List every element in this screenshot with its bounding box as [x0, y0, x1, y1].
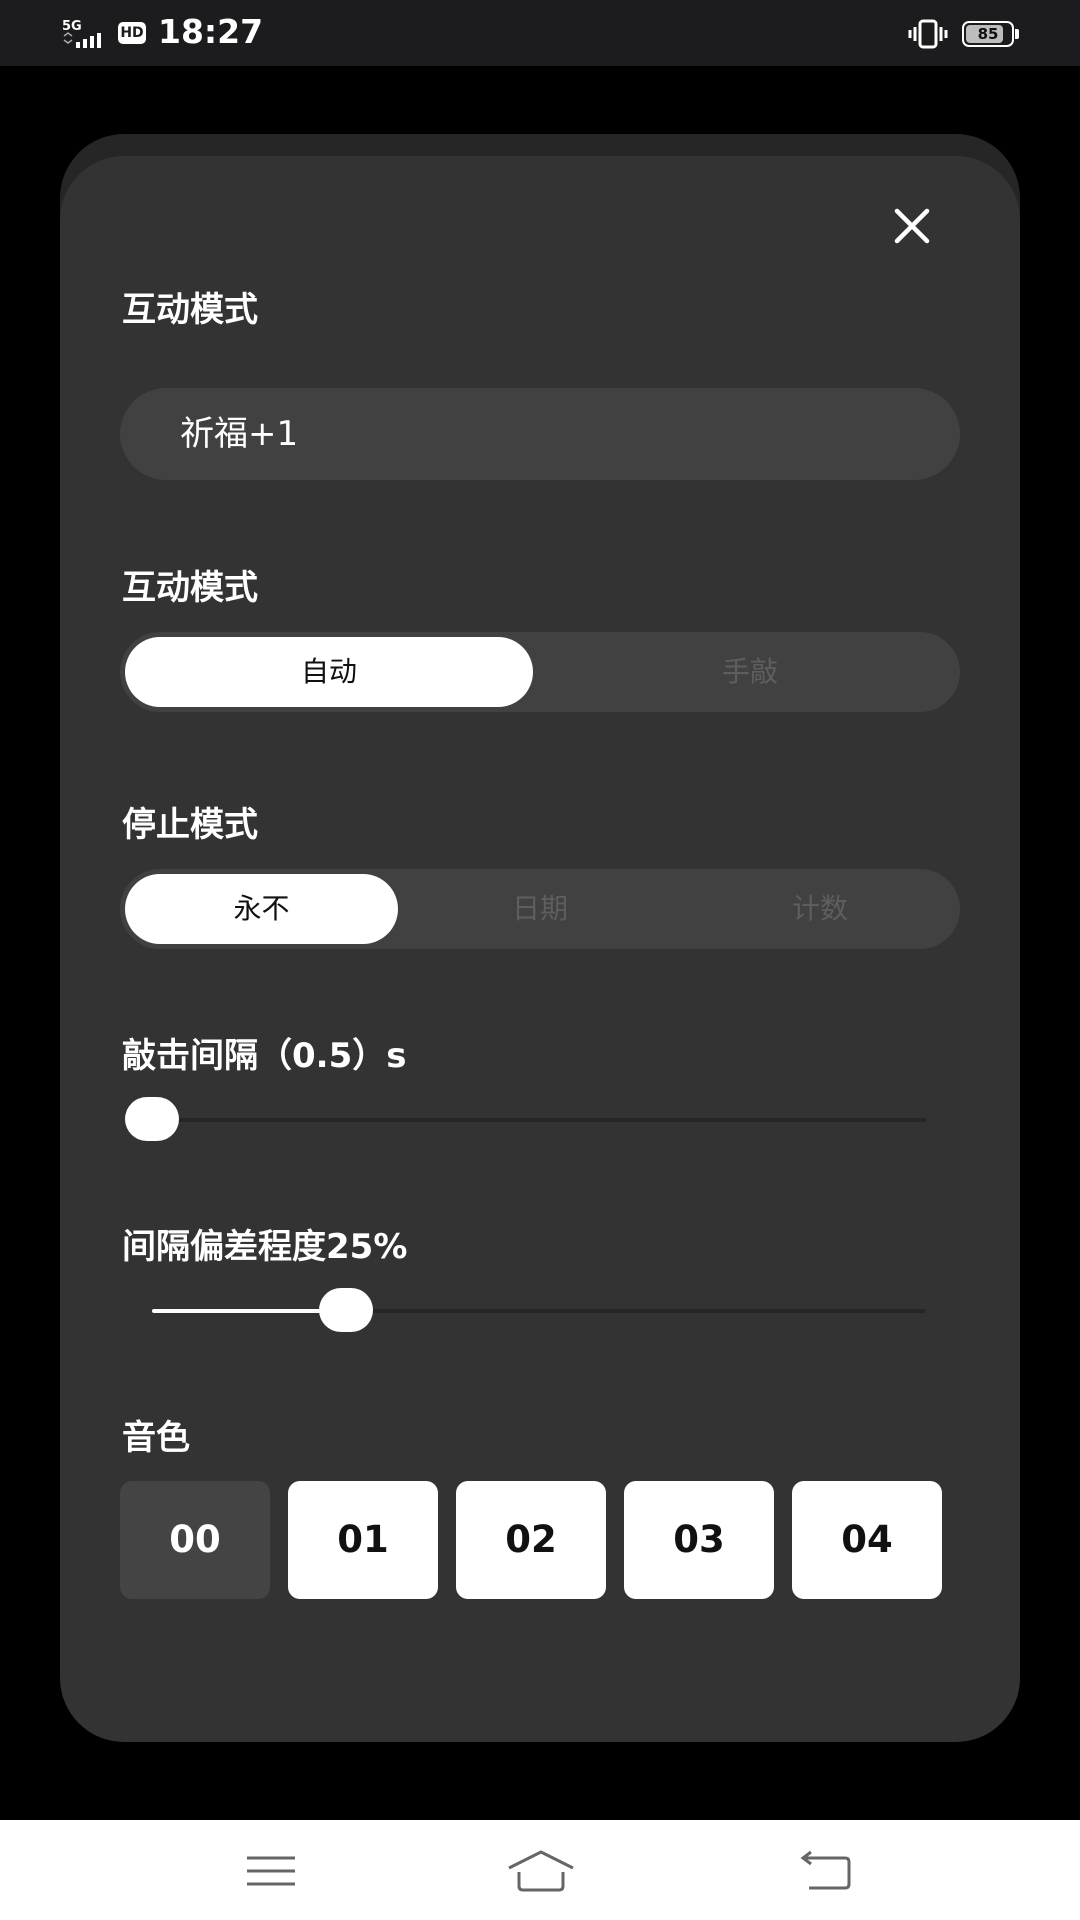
signal-icon: 5G — [62, 19, 101, 48]
clock: 18:27 — [158, 12, 264, 51]
segment-count[interactable]: 计数 — [680, 869, 960, 949]
stop-mode-title: 停止模式 — [122, 805, 258, 845]
deviation-slider[interactable] — [152, 1288, 926, 1332]
network-label: 5G — [62, 19, 82, 34]
blessing-input[interactable]: 祈福+1 — [120, 388, 960, 480]
segment-auto[interactable]: 自动 — [125, 637, 533, 707]
battery-icon: 85 — [962, 21, 1014, 47]
interaction-mode-title: 互动模式 — [122, 290, 258, 330]
menu-icon[interactable] — [241, 1846, 301, 1896]
deviation-label: 间隔偏差程度25% — [122, 1227, 408, 1267]
tone-option-03[interactable]: 03 — [624, 1481, 774, 1599]
status-bar: 5G HD 18:27 85 — [0, 0, 1080, 66]
tone-title: 音色 — [122, 1418, 190, 1458]
hd-badge: HD — [118, 22, 146, 44]
tone-option-00[interactable]: 00 — [120, 1481, 270, 1599]
segment-never[interactable]: 永不 — [125, 874, 398, 944]
close-icon[interactable] — [880, 194, 944, 258]
knock-interval-label: 敲击间隔（0.5）s — [122, 1036, 407, 1076]
knock-interval-thumb[interactable] — [125, 1097, 179, 1141]
tone-option-02[interactable]: 02 — [456, 1481, 606, 1599]
tone-option-04[interactable]: 04 — [792, 1481, 942, 1599]
segment-manual[interactable]: 手敲 — [540, 632, 960, 712]
home-icon[interactable] — [505, 1846, 577, 1896]
stop-mode-segment: 永不 日期 计数 — [120, 869, 960, 949]
tone-option-01[interactable]: 01 — [288, 1481, 438, 1599]
interaction-mode-segment: 自动 手敲 — [120, 632, 960, 712]
deviation-fill — [152, 1309, 346, 1313]
back-icon[interactable] — [795, 1846, 855, 1896]
segment-date[interactable]: 日期 — [400, 869, 680, 949]
deviation-thumb[interactable] — [318, 1288, 373, 1332]
blessing-input-value: 祈福+1 — [180, 414, 299, 454]
vibrate-icon — [908, 19, 948, 49]
navigation-bar — [0, 1820, 1080, 1920]
battery-tip — [1015, 29, 1019, 39]
battery-level: 85 — [977, 25, 999, 43]
interaction-mode-title-2: 互动模式 — [122, 568, 258, 608]
knock-interval-slider[interactable] — [125, 1097, 926, 1141]
